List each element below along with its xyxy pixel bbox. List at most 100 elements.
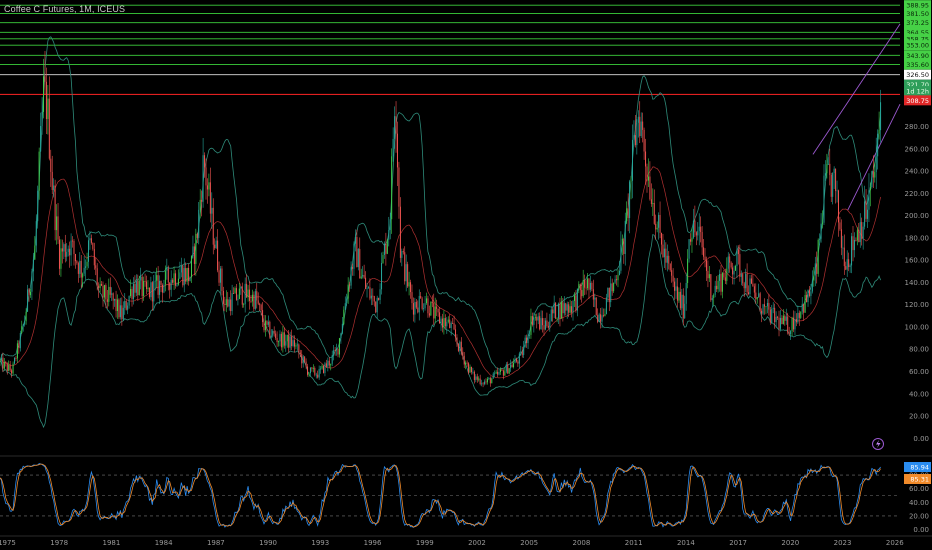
candle-body [379, 289, 381, 300]
candle-body [346, 298, 348, 304]
candle-body [472, 371, 474, 373]
candle-body [840, 229, 842, 248]
candle-body [499, 369, 501, 372]
candle-body [495, 371, 497, 374]
candle-body [716, 285, 718, 290]
resistance-tag-1: 381.50 [906, 10, 929, 18]
candle-body [868, 190, 870, 210]
moving-average [0, 166, 881, 379]
candle-body [412, 303, 414, 315]
candle-body [736, 249, 738, 267]
candle-body [314, 368, 316, 375]
candle-body [373, 296, 375, 302]
candle-body [514, 358, 516, 363]
candle-body [109, 286, 111, 295]
candle-body [630, 180, 632, 182]
candle-body [737, 249, 739, 255]
candle-body [331, 355, 333, 364]
candle-body [662, 244, 664, 258]
candle-body [180, 265, 182, 273]
candle-body [668, 255, 670, 264]
lightning-icon [872, 438, 884, 450]
candle-body [517, 361, 519, 364]
candle-body [289, 336, 291, 348]
candle-body [275, 333, 277, 338]
candle-body [72, 240, 74, 242]
candle-body [730, 262, 732, 268]
candle-body [330, 363, 332, 366]
candle-body [598, 314, 600, 322]
candle-body [663, 248, 665, 258]
candle-body [102, 285, 104, 298]
trend-line-lower [847, 104, 901, 211]
candle-body [658, 214, 660, 228]
candle-body [370, 295, 372, 299]
candle-body [267, 321, 269, 325]
candle-body [308, 373, 310, 375]
candle-body [803, 303, 805, 313]
candle-body [227, 299, 229, 307]
candle-body [578, 284, 580, 289]
resistance-tag-2: 373.25 [906, 19, 929, 27]
candle-body [601, 315, 603, 322]
candle-body [782, 315, 784, 325]
candle-body [352, 267, 354, 269]
candle-body [12, 363, 14, 374]
candle-body [842, 247, 844, 249]
candle-body [61, 248, 63, 252]
candle-body [257, 300, 259, 304]
candle-body [0, 360, 1, 363]
candle-body [263, 322, 265, 331]
candle-body [537, 316, 539, 321]
candle-body [544, 320, 546, 330]
candle-body [779, 317, 781, 329]
candle-body [508, 368, 510, 374]
candle-body [494, 373, 496, 375]
candle-body [121, 305, 123, 320]
candle-body [469, 366, 471, 373]
candle-body [482, 383, 484, 385]
candle-body [205, 167, 207, 186]
candle-body [175, 273, 177, 286]
candle-body [167, 268, 169, 283]
candle-body [353, 243, 355, 269]
candle-body [163, 284, 165, 293]
support-tag: 308.75 [906, 97, 929, 105]
candle-body [794, 319, 796, 330]
candle-body [38, 151, 40, 191]
candle-body [19, 332, 21, 349]
candle-body [172, 279, 174, 283]
candle-body [336, 348, 338, 351]
candle-body [378, 297, 380, 300]
chart-canvas[interactable]: 0.00 20.00 40.00 60.00 80.00 100.00 120.00 140.… [0, 0, 932, 550]
candle-body [166, 268, 168, 271]
candle-body [244, 283, 246, 305]
candle-body [431, 301, 433, 304]
candle-body [761, 310, 763, 314]
candle-body [381, 262, 383, 290]
candle-body [485, 381, 487, 383]
candle-body [99, 283, 101, 289]
candle-body [270, 335, 272, 338]
candle-body [486, 378, 488, 383]
candle-body [67, 248, 69, 253]
candle-body [555, 302, 557, 319]
candle-body [430, 301, 432, 316]
candle-body [240, 286, 242, 289]
candle-body [679, 291, 681, 309]
price-tick-label: 20.00 [909, 413, 929, 421]
candle-body [835, 168, 837, 191]
candle-body [708, 274, 710, 279]
candle-body [382, 254, 384, 263]
candle-body [549, 321, 551, 328]
price-tick-label: 120.00 [905, 301, 930, 309]
candle-body [51, 171, 53, 190]
candle-body [665, 248, 667, 263]
candle-body [675, 286, 677, 291]
candle-body [649, 176, 651, 200]
candle-body [176, 284, 178, 286]
candle-body [402, 251, 404, 253]
candle-body [626, 208, 628, 221]
candle-body [523, 346, 525, 355]
candle-body [343, 309, 345, 324]
